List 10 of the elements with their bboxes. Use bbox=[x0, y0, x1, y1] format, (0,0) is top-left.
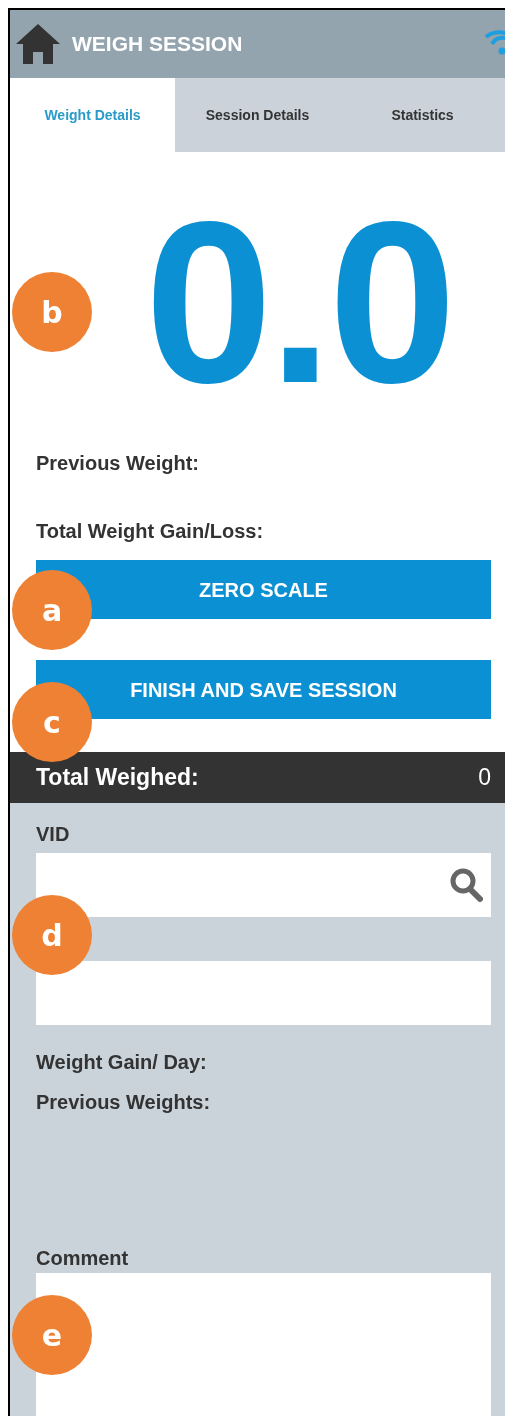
field-label: Comment bbox=[36, 1246, 130, 1271]
field-label: VID bbox=[36, 822, 71, 847]
total-label: Total Weighed: bbox=[36, 763, 199, 793]
weight-reading: 0.0 bbox=[143, 188, 454, 418]
screen-title: WEIGH SESSION bbox=[72, 31, 243, 58]
field-label: Previous Weight: bbox=[36, 451, 200, 476]
field-label: Weight Gain/ Day: bbox=[36, 1050, 208, 1075]
field-label: Total Weight Gain/Loss: bbox=[36, 519, 265, 544]
total-count: 0 bbox=[478, 763, 491, 793]
field-label: Previous Weights: bbox=[36, 1090, 212, 1115]
